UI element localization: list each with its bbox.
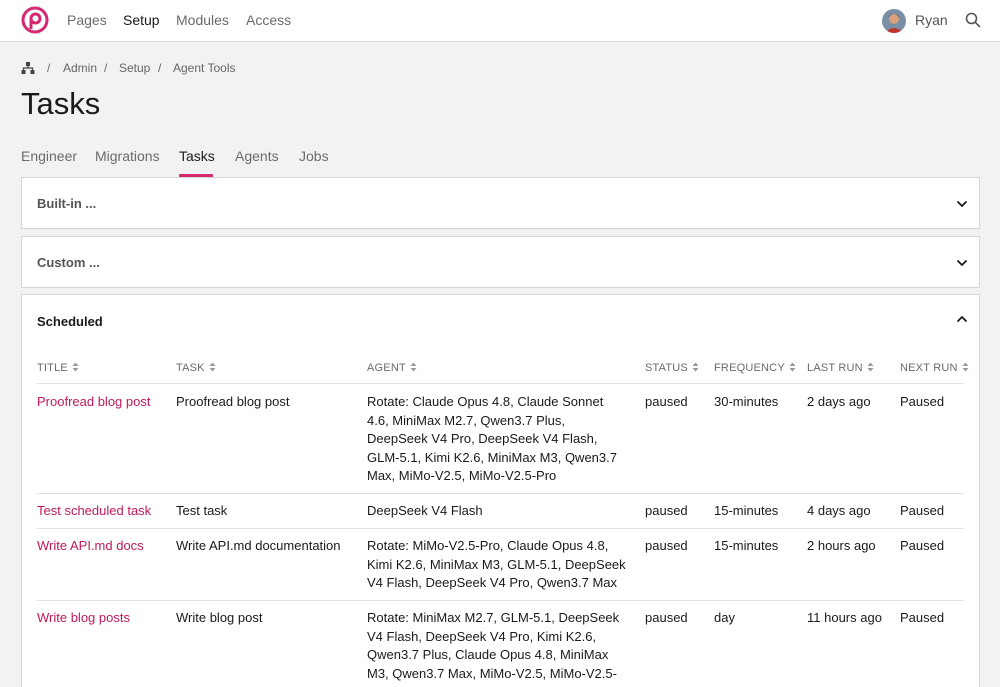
row-next-run: Paused [900, 538, 945, 553]
top-navigation-bar: Pages Setup Modules Access Ryan [0, 0, 1000, 42]
row-agent-line: Max, MiMo-V2.5, MiMo-V2.5-Pro [367, 468, 557, 483]
row-agent: Rotate: Claude Opus 4.8, Claude Sonnet 4… [367, 393, 629, 486]
custom-panel-title[interactable]: Custom ... [37, 255, 100, 270]
sort-icon[interactable] [72, 362, 79, 372]
row-agent-line: Rotate: MiniMax M2.7, GLM-5.1, DeepSeek [367, 610, 620, 625]
nav-access[interactable]: Access [246, 12, 291, 28]
row-task: Proofread blog post [176, 394, 290, 409]
row-task: Test task [176, 503, 228, 518]
row-last-run: 4 days ago [807, 503, 871, 518]
column-header-task[interactable]: TASK [176, 362, 216, 374]
nav-pages[interactable]: Pages [67, 12, 107, 28]
row-agent-line: M3, Qwen3.7 Max, MiMo-V2.5, MiMo-V2.5- [367, 665, 617, 681]
column-header-label: FREQUENCY [714, 362, 785, 374]
sort-icon[interactable] [209, 362, 216, 372]
row-frequency: 15-minutes [714, 538, 779, 553]
row-agent: Rotate: MiMo-V2.5-Pro, Claude Opus 4.8, … [367, 537, 629, 593]
row-agent-line: DeepSeek V4 Pro, DeepSeek V4 Flash, [367, 431, 598, 446]
tab-tasks[interactable]: Tasks [179, 148, 215, 164]
scheduled-panel-title[interactable]: Scheduled [37, 314, 103, 329]
row-title-link[interactable]: Write blog posts [37, 609, 130, 628]
row-agent: DeepSeek V4 Flash [367, 502, 629, 521]
builtin-panel-title[interactable]: Built-in ... [37, 196, 96, 211]
sort-icon[interactable] [692, 362, 699, 372]
builtin-panel[interactable]: Built-in ... [21, 177, 980, 229]
row-next-run: Paused [900, 503, 945, 518]
row-next-run: Paused [900, 394, 945, 409]
row-agent-line: Rotate: Claude Opus 4.8, Claude Sonnet [367, 394, 604, 409]
column-header-agent[interactable]: AGENT [367, 362, 417, 374]
row-agent-line: Kimi K2.6, MiniMax M3, GLM-5.1, DeepSeek [367, 556, 626, 572]
breadcrumb-admin[interactable]: Admin [63, 61, 97, 75]
column-header-label: NEXT RUN [900, 362, 958, 374]
tab-jobs[interactable]: Jobs [299, 148, 329, 164]
row-agent-line: Qwen3.7 Plus, Claude Opus 4.8, MiniMax [367, 647, 609, 662]
sort-icon[interactable] [962, 362, 969, 372]
row-title-link[interactable]: Test scheduled task [37, 502, 151, 521]
avatar[interactable] [882, 9, 906, 33]
logo-icon[interactable] [21, 6, 49, 34]
row-divider [37, 600, 964, 601]
row-agent-line: 4.6, MiniMax M2.7, Qwen3.7 Plus, [367, 412, 565, 428]
sort-icon[interactable] [410, 362, 417, 372]
column-header-last-run[interactable]: LAST RUN [807, 362, 874, 374]
row-agent-line: V4 Flash, DeepSeek V4 Pro, Kimi K2.6, [367, 628, 597, 644]
row-last-run: 2 hours ago [807, 538, 876, 553]
header-divider [37, 383, 964, 384]
row-next-run: Paused [900, 610, 945, 625]
column-header-label: TASK [176, 362, 205, 374]
row-frequency: 15-minutes [714, 503, 779, 518]
sort-icon[interactable] [867, 362, 874, 372]
row-agent-line: Rotate: MiMo-V2.5-Pro, Claude Opus 4.8, [367, 538, 609, 553]
row-frequency: day [714, 610, 735, 625]
user-name[interactable]: Ryan [915, 12, 948, 28]
nav-modules[interactable]: Modules [176, 12, 229, 28]
tab-agents[interactable]: Agents [235, 148, 279, 164]
nav-setup[interactable]: Setup [123, 12, 160, 28]
column-header-label: AGENT [367, 362, 406, 374]
row-agent: Rotate: MiniMax M2.7, GLM-5.1, DeepSeek … [367, 609, 629, 683]
search-icon[interactable] [965, 12, 981, 28]
row-last-run: 11 hours ago [807, 610, 882, 625]
breadcrumb-setup[interactable]: Setup [119, 61, 150, 75]
row-title-link[interactable]: Proofread blog post [37, 393, 150, 412]
row-task: Write blog post [176, 610, 263, 625]
row-agent-line: GLM-5.1, Kimi K2.6, MiniMax M3, Qwen3.7 [367, 449, 617, 465]
row-status: paused [645, 610, 688, 625]
column-header-frequency[interactable]: FREQUENCY [714, 362, 796, 374]
chevron-up-icon[interactable] [955, 312, 969, 326]
row-status: paused [645, 538, 688, 553]
row-divider [37, 528, 964, 529]
column-header-label: STATUS [645, 362, 688, 374]
chevron-down-icon[interactable] [955, 197, 969, 211]
row-last-run: 2 days ago [807, 394, 871, 409]
row-status: paused [645, 394, 688, 409]
row-task: Write API.md documentation [176, 538, 341, 553]
breadcrumb-separator: / [104, 61, 108, 75]
row-agent-line: DeepSeek V4 Flash [367, 503, 483, 518]
column-header-label: TITLE [37, 362, 68, 374]
chevron-down-icon[interactable] [955, 256, 969, 270]
page-title: Tasks [21, 86, 101, 121]
column-header-title[interactable]: TITLE [37, 362, 79, 374]
column-header-status[interactable]: STATUS [645, 362, 699, 374]
custom-panel[interactable]: Custom ... [21, 236, 980, 288]
row-frequency: 30-minutes [714, 394, 779, 409]
row-title-link[interactable]: Write API.md docs [37, 537, 144, 556]
column-header-label: LAST RUN [807, 362, 863, 374]
breadcrumb-separator: / [158, 61, 162, 75]
column-header-next-run[interactable]: NEXT RUN [900, 362, 969, 374]
row-divider [37, 493, 964, 494]
sort-icon[interactable] [789, 362, 796, 372]
row-agent-line: V4 Flash, DeepSeek V4 Pro, Qwen3.7 Max [367, 575, 618, 590]
row-status: paused [645, 503, 688, 518]
tab-migrations[interactable]: Migrations [95, 148, 160, 164]
breadcrumb-agent-tools[interactable]: Agent Tools [173, 61, 236, 75]
tab-engineer[interactable]: Engineer [21, 148, 77, 164]
sitemap-icon[interactable] [21, 61, 35, 75]
breadcrumb-separator: / [47, 61, 51, 75]
